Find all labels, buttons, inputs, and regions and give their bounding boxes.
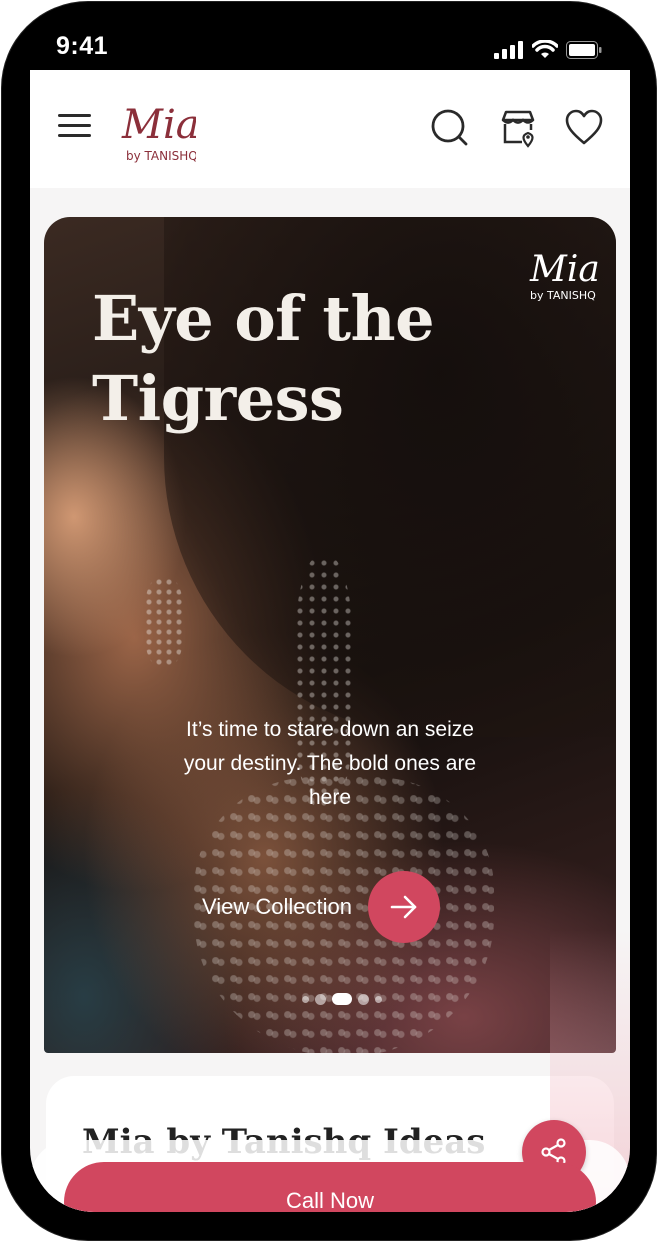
status-time: 9:41 xyxy=(56,32,109,60)
carousel-dot[interactable] xyxy=(332,993,352,1005)
status-icons xyxy=(494,40,602,60)
carousel-indicator[interactable] xyxy=(302,993,382,1005)
menu-icon-line xyxy=(58,124,91,127)
hero-title-line1: Eye of the xyxy=(92,282,435,355)
logo-text: Mia xyxy=(121,102,196,148)
hero-banner[interactable]: Mia by TANISHQ Eye of the Tigress It’s t… xyxy=(44,217,616,1053)
heart-icon[interactable] xyxy=(564,108,604,148)
arrow-right-icon[interactable] xyxy=(368,871,441,943)
arrow-right-glyph xyxy=(390,895,417,919)
menu-icon-line xyxy=(58,114,91,117)
hero-image-earring xyxy=(144,577,184,667)
menu-icon-line xyxy=(58,134,91,137)
carousel-dot[interactable] xyxy=(315,993,326,1005)
battery-icon xyxy=(566,41,602,59)
logo-subtext: by TANISHQ xyxy=(126,149,196,163)
call-now-button[interactable]: Call Now xyxy=(64,1162,596,1212)
call-now-label: Call Now xyxy=(285,1188,375,1212)
wifi-icon xyxy=(532,40,558,58)
carousel-dot[interactable] xyxy=(358,993,369,1005)
search-icon[interactable] xyxy=(430,108,470,148)
hero-logo-text: Mia xyxy=(529,249,598,290)
carousel-dot[interactable] xyxy=(375,995,382,1003)
menu-button[interactable] xyxy=(58,114,94,144)
hero-subtitle: It’s time to stare down an seize your de… xyxy=(183,718,477,809)
app-header: Mia by TANISHQ xyxy=(30,70,630,188)
signal-icon xyxy=(494,41,523,59)
view-collection-label: View Collection xyxy=(202,894,353,919)
hero-title-line2: Tigress xyxy=(92,362,344,435)
hero-logo-subtext: by TANISHQ xyxy=(530,289,596,302)
hero-title: Eye of the Tigress xyxy=(92,279,512,439)
hero-mia-logo: Mia by TANISHQ xyxy=(529,249,598,302)
mia-logo[interactable]: Mia by TANISHQ xyxy=(116,92,196,172)
view-collection-button[interactable]: View Collection xyxy=(202,869,441,945)
status-bar: 9:41 xyxy=(30,20,630,70)
phone-frame: 9:41 Mia by TANISHQ Mia by TANISHQ Eye o… xyxy=(0,0,660,1245)
store-locator-icon[interactable] xyxy=(498,108,538,148)
carousel-dot[interactable] xyxy=(302,995,309,1003)
app-screen: Mia by TANISHQ Mia by TANISHQ Eye of the… xyxy=(30,70,630,1212)
